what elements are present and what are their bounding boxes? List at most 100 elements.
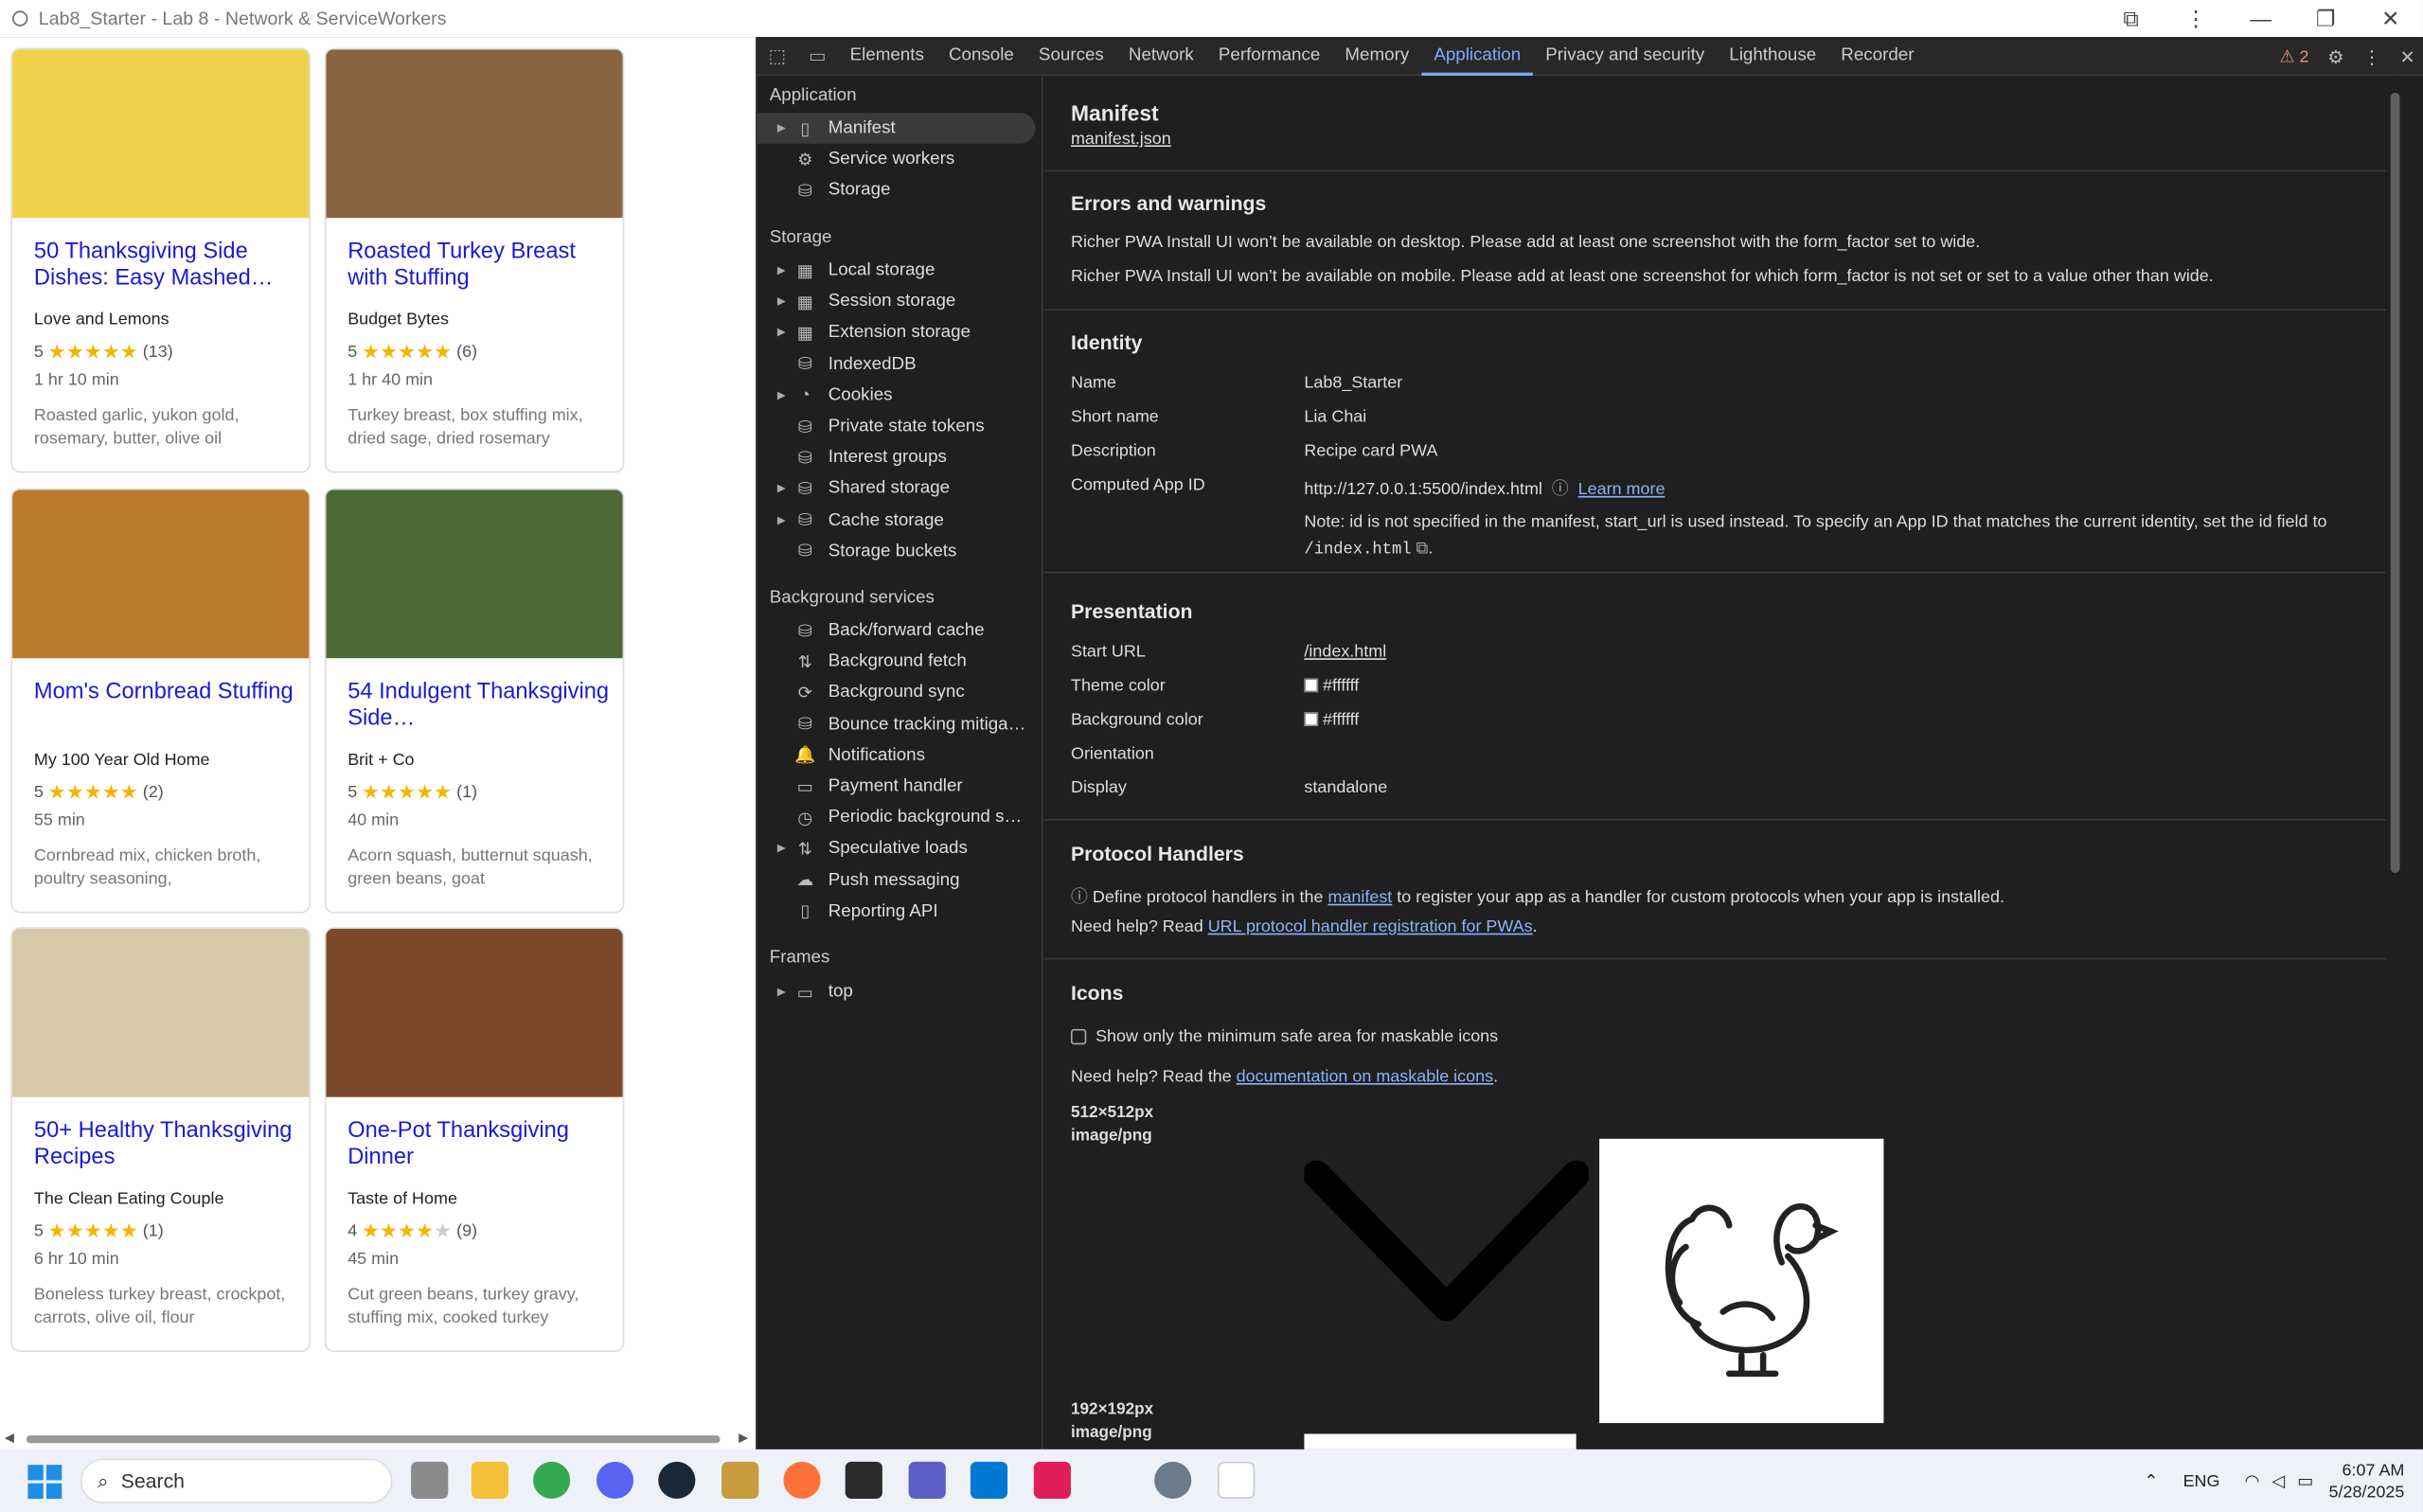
expand-arrow-icon[interactable]: ▶ (757, 295, 786, 308)
recipe-card[interactable]: Roasted Turkey Breast with Stuffing Budge… (324, 47, 625, 473)
sidebar-item-top[interactable]: ▶ ▭ top (757, 976, 1036, 1007)
color-swatch[interactable] (1304, 712, 1319, 727)
expand-arrow-icon[interactable]: ▶ (757, 483, 786, 494)
language-indicator[interactable]: ENG (2183, 1471, 2220, 1490)
expand-arrow-icon[interactable]: ▶ (757, 514, 786, 525)
tab-lighthouse[interactable]: Lighthouse (1717, 36, 1828, 75)
file-explorer-icon[interactable] (471, 1461, 508, 1500)
sidebar-item-periodic-background-sync[interactable]: ◷ Periodic background sync (757, 802, 1036, 833)
windows-start-icon[interactable] (27, 1464, 62, 1499)
recipe-card[interactable]: 50+ Healthy Thanksgiving Recipes The Clea… (10, 927, 312, 1352)
steam-icon[interactable] (658, 1461, 696, 1500)
scroll-left-icon[interactable]: ◀ (5, 1431, 14, 1445)
recipe-title[interactable]: One-Pot Thanksgiving Dinner (347, 1119, 614, 1170)
recipe-title[interactable]: 50+ Healthy Thanksgiving Recipes (34, 1119, 300, 1170)
tab-sources[interactable]: Sources (1026, 36, 1116, 75)
discord-icon[interactable] (596, 1461, 634, 1500)
expand-arrow-icon[interactable]: ▶ (757, 264, 786, 276)
tab-network[interactable]: Network (1116, 36, 1206, 75)
start-url-link[interactable]: /index.html (1304, 643, 1386, 662)
learn-more-link[interactable]: Learn more (1578, 481, 1666, 500)
devtools-more-icon[interactable]: ⋮ (2362, 45, 2381, 67)
recipe-title[interactable]: 50 Thanksgiving Side Dishes: Easy Mashed… (34, 240, 300, 291)
sidebar-item-interest-groups[interactable]: ⛁ Interest groups (757, 442, 1036, 473)
vscode-icon[interactable] (970, 1461, 1008, 1500)
sidebar-item-indexeddb[interactable]: ⛁ IndexedDB (757, 348, 1036, 380)
horizontal-scrollbar[interactable]: ◀ ▶ (0, 1427, 757, 1450)
sidebar-item-push-messaging[interactable]: ☁ Push messaging (757, 864, 1036, 896)
sidebar-item-back-forward-cache[interactable]: ⛁ Back/forward cache (757, 615, 1036, 647)
sidebar-item-storage-buckets[interactable]: ⛁ Storage buckets (757, 536, 1036, 567)
sidebar-item-session-storage[interactable]: ▶ ▦ Session storage (757, 286, 1036, 317)
firefox-icon[interactable] (783, 1461, 821, 1500)
sidebar-item-background-sync[interactable]: ⟳ Background sync (757, 677, 1036, 708)
battery-icon[interactable]: ▭ (2297, 1471, 2313, 1491)
maskable-checkbox[interactable] (1070, 1028, 1087, 1045)
tab-performance[interactable]: Performance (1206, 36, 1333, 75)
sidebar-item-private-state-tokens[interactable]: ⛁ Private state tokens (757, 411, 1036, 442)
expand-arrow-icon[interactable]: ▶ (757, 843, 786, 855)
recipe-app-icon[interactable] (1218, 1461, 1256, 1500)
tab-memory[interactable]: Memory (1332, 36, 1421, 75)
settings-app-icon[interactable] (1154, 1461, 1192, 1500)
minimize-button[interactable]: — (2228, 7, 2293, 31)
slack-icon[interactable] (1033, 1461, 1071, 1500)
maskable-docs-link[interactable]: documentation on maskable icons (1237, 1068, 1493, 1087)
chevron-up-icon[interactable]: ⌃ (2144, 1471, 2158, 1491)
clock[interactable]: 6:07 AM 5/28/2025 (2329, 1459, 2405, 1503)
recipe-title[interactable]: 54 Indulgent Thanksgiving Side… (347, 680, 614, 731)
copy-icon[interactable]: ⧉ (1416, 540, 1429, 559)
maximize-button[interactable]: ❐ (2293, 6, 2359, 32)
recipe-card[interactable]: 54 Indulgent Thanksgiving Side… Brit + Co… (324, 488, 625, 914)
manifest-link[interactable]: manifest (1327, 888, 1392, 907)
terminal-icon[interactable] (845, 1461, 882, 1500)
warnings-badge[interactable]: ⚠ 2 (2279, 46, 2308, 67)
sidebar-item-shared-storage[interactable]: ▶ ⛁ Shared storage (757, 473, 1036, 505)
inspect-element-icon[interactable]: ⬚ (757, 44, 797, 66)
recipe-card[interactable]: 50 Thanksgiving Side Dishes: Easy Mashed… (10, 47, 312, 473)
close-button[interactable]: ✕ (2358, 6, 2423, 32)
scrollbar-thumb[interactable] (26, 1435, 721, 1444)
scrollbar-thumb[interactable] (2390, 92, 2400, 874)
manifest-file-link[interactable]: manifest.json (1071, 130, 1171, 149)
color-swatch[interactable] (1304, 678, 1319, 693)
sidebar-item-payment-handler[interactable]: ▭ Payment handler (757, 771, 1036, 802)
recipe-title[interactable]: Mom's Cornbread Stuffing (34, 680, 300, 705)
recipe-card[interactable]: Mom's Cornbread Stuffing My 100 Year Old … (10, 488, 312, 914)
chrome-icon[interactable] (533, 1461, 571, 1500)
wifi-icon[interactable]: ◠ (2245, 1471, 2260, 1491)
tab-application[interactable]: Application (1421, 36, 1534, 76)
settings-gear-icon[interactable]: ⚙ (2327, 45, 2344, 67)
tab-recorder[interactable]: Recorder (1828, 36, 1926, 75)
taskbar-search[interactable]: ⌕ Search (80, 1458, 393, 1503)
recipe-card[interactable]: One-Pot Thanksgiving Dinner Taste of Home… (324, 927, 625, 1352)
tab-privacy-and-security[interactable]: Privacy and security (1533, 36, 1717, 75)
sidebar-item-notifications[interactable]: 🔔 Notifications (757, 739, 1036, 771)
protocol-help-link[interactable]: URL protocol handler registration for PW… (1208, 917, 1533, 936)
sidebar-item-cache-storage[interactable]: ▶ ⛁ Cache storage (757, 505, 1036, 536)
sidebar-item-manifest[interactable]: ▶ ▯ Manifest (757, 113, 1036, 144)
more-menu-icon[interactable]: ⋮ (2164, 6, 2229, 32)
device-toolbar-icon[interactable]: ▭ (797, 44, 837, 66)
teams-icon[interactable] (908, 1461, 946, 1500)
sidebar-item-speculative-loads[interactable]: ▶ ⇅ Speculative loads (757, 833, 1036, 864)
sidebar-item-reporting-api[interactable]: ▯ Reporting API (757, 896, 1036, 927)
expand-arrow-icon[interactable]: ▶ (757, 986, 786, 998)
task-view-icon[interactable] (411, 1461, 449, 1500)
vertical-scrollbar[interactable] (2385, 77, 2405, 1450)
devtools-close-icon[interactable]: ✕ (2399, 45, 2414, 67)
tab-console[interactable]: Console (936, 36, 1026, 75)
tab-elements[interactable]: Elements (838, 36, 936, 75)
sidebar-item-extension-storage[interactable]: ▶ ▦ Extension storage (757, 317, 1036, 348)
volume-icon[interactable]: ◁ (2272, 1471, 2285, 1491)
sidebar-item-cookies[interactable]: ▶ ◔ Cookies (757, 380, 1036, 411)
recipe-title[interactable]: Roasted Turkey Breast with Stuffing (347, 240, 614, 291)
sidebar-item-service-workers[interactable]: ⚙ Service workers (757, 144, 1036, 175)
expand-arrow-icon[interactable]: ▶ (757, 122, 786, 134)
league-icon[interactable] (722, 1461, 759, 1500)
sidebar-item-bounce-tracking-mitigati[interactable]: ⛁ Bounce tracking mitigati… (757, 708, 1036, 739)
scroll-right-icon[interactable]: ▶ (739, 1431, 748, 1445)
expand-arrow-icon[interactable]: ▶ (757, 389, 786, 401)
sidebar-item-local-storage[interactable]: ▶ ▦ Local storage (757, 255, 1036, 286)
expand-arrow-icon[interactable]: ▶ (757, 327, 786, 339)
